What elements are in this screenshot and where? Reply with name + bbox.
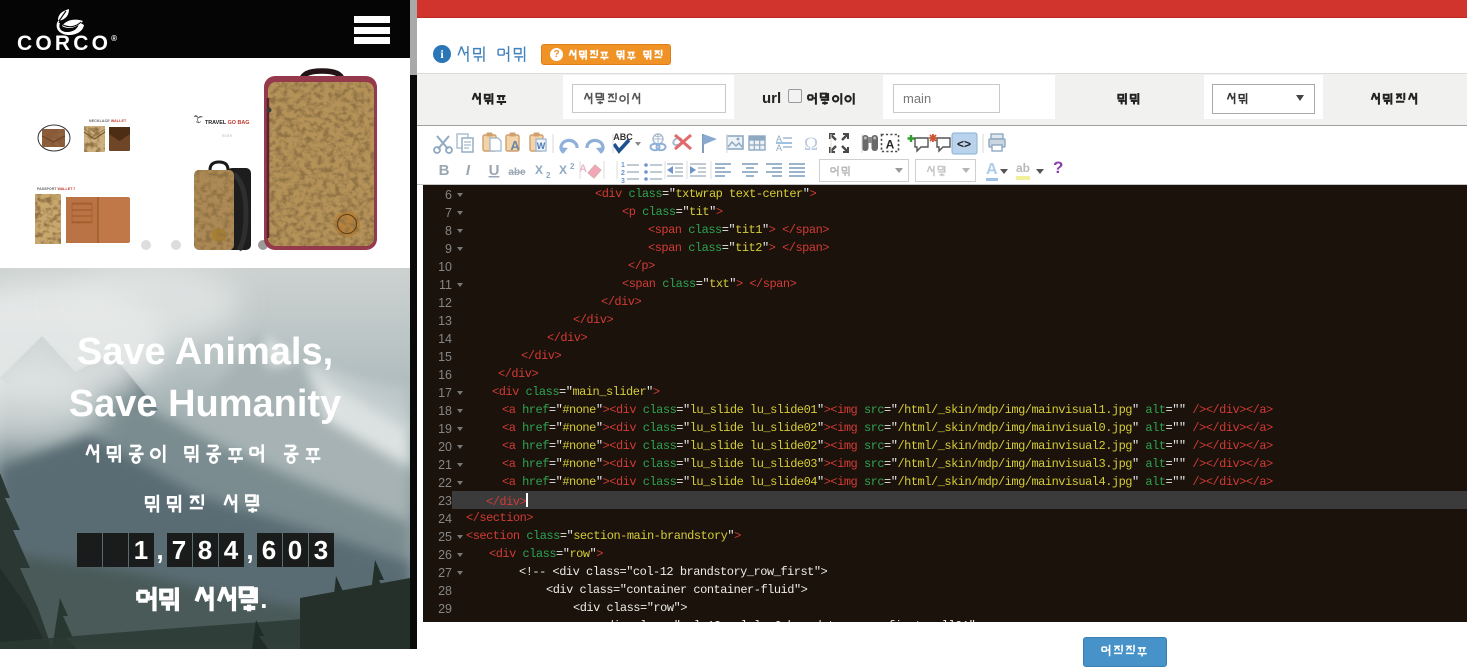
svg-text:X: X bbox=[559, 163, 567, 177]
svg-text:B: B bbox=[439, 162, 450, 179]
svg-text:2: 2 bbox=[546, 171, 551, 180]
svg-text:2: 2 bbox=[570, 162, 575, 171]
svg-text:NECKLACE WALLET: NECKLACE WALLET bbox=[89, 119, 127, 123]
svg-text:abe: abe bbox=[508, 167, 526, 178]
svg-text:W: W bbox=[537, 141, 546, 151]
svg-text:1: 1 bbox=[621, 162, 625, 169]
svg-text:X: X bbox=[535, 163, 543, 177]
svg-text:U: U bbox=[489, 162, 500, 179]
svg-text:.: . bbox=[260, 586, 267, 613]
svg-text:A: A bbox=[886, 138, 895, 152]
svg-text:9 0 8 9: 9 0 8 9 bbox=[222, 134, 232, 138]
svg-text:A: A bbox=[510, 138, 520, 153]
svg-text:TRAVEL GO BAG: TRAVEL GO BAG bbox=[205, 120, 249, 126]
svg-text:A: A bbox=[776, 143, 782, 153]
svg-text:ABC: ABC bbox=[613, 132, 633, 142]
svg-text:I: I bbox=[466, 162, 471, 179]
svg-text:Ω: Ω bbox=[804, 134, 818, 155]
svg-text:PASSPORT WALLET 7: PASSPORT WALLET 7 bbox=[37, 187, 75, 191]
svg-text:2: 2 bbox=[621, 170, 625, 177]
svg-text:<>: <> bbox=[957, 137, 971, 151]
